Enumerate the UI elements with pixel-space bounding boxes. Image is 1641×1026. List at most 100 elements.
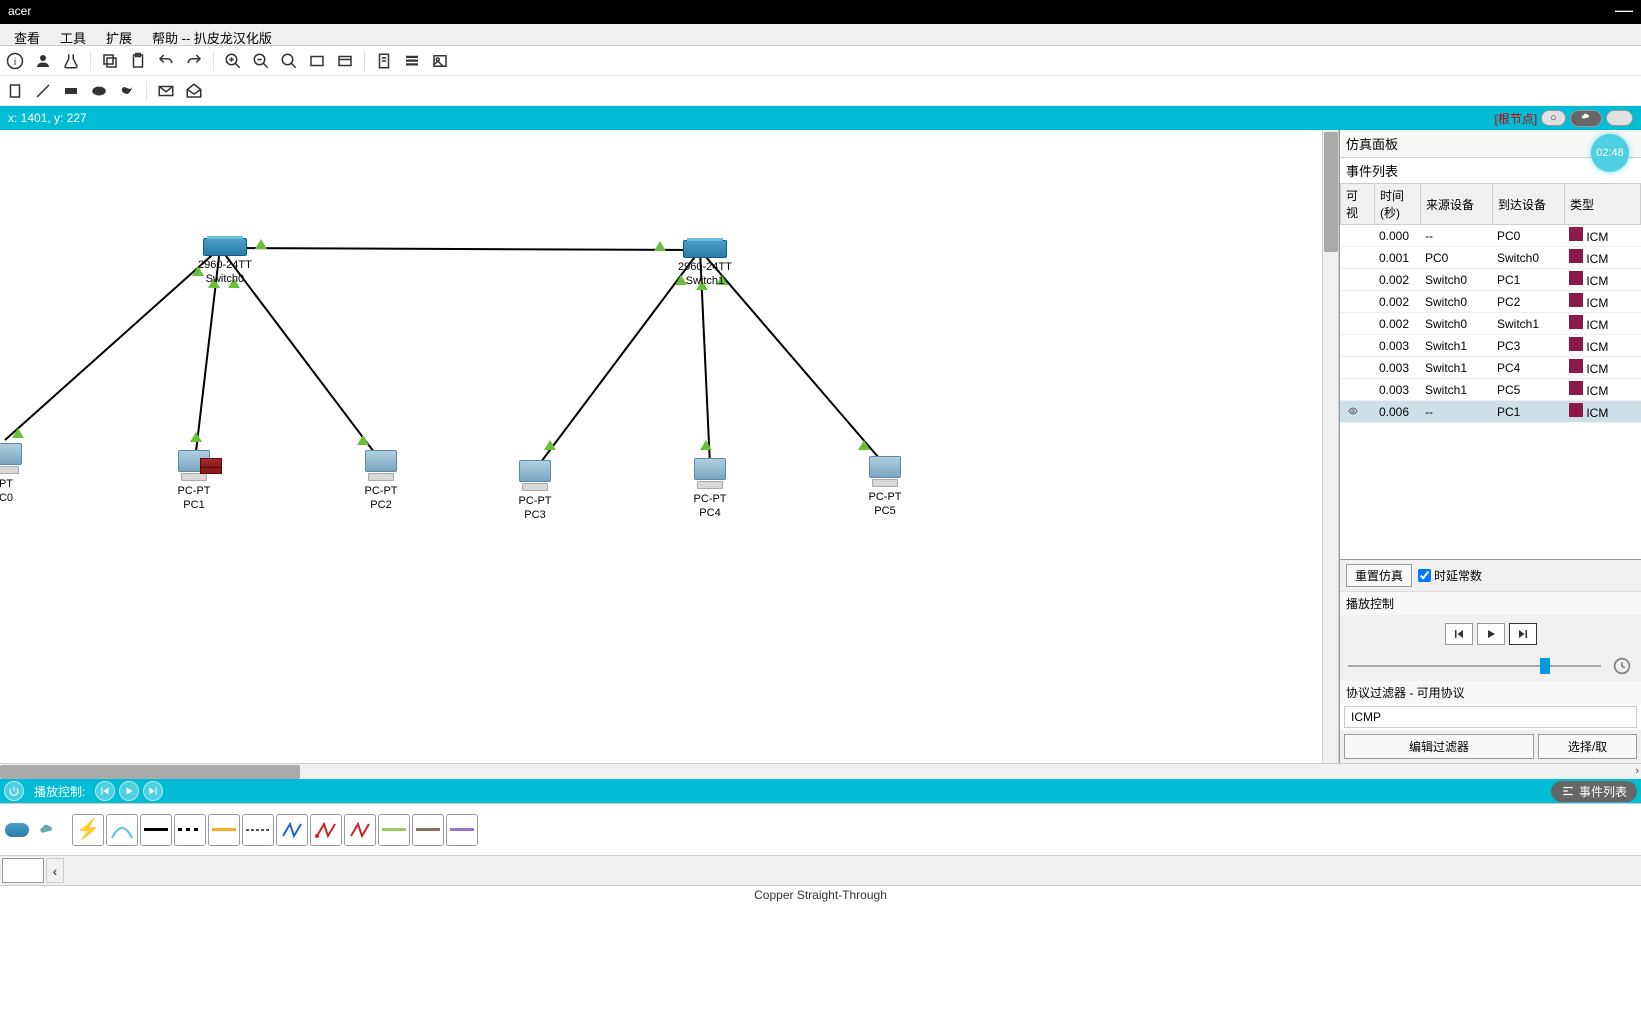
notepad-icon[interactable] (373, 50, 395, 72)
device-switch1[interactable]: 2960-24TTSwitch1 (678, 240, 732, 289)
device-pc3[interactable]: PC-PTPC3 (517, 460, 553, 523)
constant-delay-input[interactable] (1418, 569, 1431, 582)
device-label: PC-PTPC2 (365, 484, 398, 513)
link-status-icon (255, 239, 267, 249)
device-switch0[interactable]: 2960-24TTSwitch0 (198, 238, 252, 287)
step-forward-button[interactable] (1509, 623, 1537, 645)
clipboard-icon[interactable] (4, 80, 26, 102)
envelope-open-icon[interactable] (183, 80, 205, 102)
device-pc2[interactable]: PC-PTPC2 (363, 450, 399, 513)
menu-extensions[interactable]: 扩展 (96, 26, 142, 43)
switch-icon (203, 238, 247, 256)
info-btn-1[interactable]: ○ (1541, 110, 1566, 126)
bottom-step-back-button[interactable] (95, 781, 115, 801)
coord-display: x: 1401, y: 227 (8, 111, 87, 125)
cable-phone-button[interactable] (242, 814, 274, 846)
packet-icon[interactable] (200, 458, 222, 474)
pc-icon (517, 460, 553, 492)
palette-left-arrow[interactable]: ‹ (46, 858, 64, 883)
event-row[interactable]: 0.006--PC1 ICM (1340, 401, 1641, 423)
undo-icon[interactable] (155, 50, 177, 72)
event-row[interactable]: 0.003Switch1PC4 ICM (1340, 357, 1641, 379)
lab-icon[interactable] (60, 50, 82, 72)
device-palette: ⚡ (0, 803, 1641, 855)
sim-timer: 02:48 (1591, 134, 1629, 172)
link-status-icon (654, 241, 666, 251)
topology-canvas[interactable]: 2960-24TTSwitch0 2960-24TTSwitch1 PTC0 P… (0, 130, 1339, 763)
event-row[interactable]: 0.002Switch0PC2 ICM (1340, 291, 1641, 313)
minimize-icon[interactable]: — (1615, 4, 1633, 20)
toggle-panel-icon[interactable] (334, 50, 356, 72)
col-visible[interactable]: 可视 (1341, 184, 1375, 225)
slider-thumb[interactable] (1540, 658, 1550, 674)
palette-search-input[interactable] (2, 858, 44, 883)
protocol-list[interactable]: ICMP (1344, 706, 1637, 728)
menu-help[interactable]: 帮助 -- 扒皮龙汉化版 (142, 26, 282, 43)
event-row[interactable]: 0.000--PC0 ICM (1340, 225, 1641, 247)
envelope-closed-icon[interactable] (155, 80, 177, 102)
palette-router-icon[interactable] (4, 819, 30, 841)
speed-slider[interactable] (1340, 653, 1641, 681)
step-back-button[interactable] (1445, 623, 1473, 645)
person-icon[interactable] (32, 50, 54, 72)
image-icon[interactable] (429, 50, 451, 72)
event-list-toggle[interactable]: 事件列表 (1551, 781, 1637, 802)
bottom-play-button[interactable] (119, 781, 139, 801)
cable-coax-button[interactable] (276, 814, 308, 846)
ellipse-tool-icon[interactable] (88, 80, 110, 102)
cable-octal-button[interactable] (378, 814, 410, 846)
col-time[interactable]: 时间 (秒) (1375, 184, 1421, 225)
info-btn-3[interactable] (1606, 110, 1633, 126)
edit-filter-button[interactable]: 编辑过滤器 (1344, 734, 1534, 759)
svg-text:i: i (14, 55, 16, 67)
col-source[interactable]: 来源设备 (1421, 184, 1493, 225)
cable-serial-dce-button[interactable] (310, 814, 342, 846)
redo-icon[interactable] (183, 50, 205, 72)
link-status-icon (190, 432, 202, 442)
col-dest[interactable]: 到达设备 (1493, 184, 1565, 225)
line-tool-icon[interactable] (32, 80, 54, 102)
palette-cloud-icon[interactable] (34, 819, 60, 841)
reset-sim-button[interactable]: 重置仿真 (1346, 564, 1412, 587)
canvas-vscrollbar[interactable] (1322, 130, 1338, 763)
cable-auto-button[interactable]: ⚡ (72, 814, 104, 846)
fullscreen-icon[interactable] (306, 50, 328, 72)
cable-usb-button[interactable] (412, 814, 444, 846)
cable-crossover-button[interactable] (174, 814, 206, 846)
canvas-hscrollbar[interactable]: › (0, 763, 1641, 779)
cable-serial-dte-button[interactable] (344, 814, 376, 846)
device-pc5[interactable]: PC-PTPC5 (867, 456, 903, 519)
list-icon[interactable] (401, 50, 423, 72)
cloud-button[interactable] (1570, 110, 1602, 127)
event-row[interactable]: 0.002Switch0Switch1 ICM (1340, 313, 1641, 335)
cable-custom-button[interactable] (446, 814, 478, 846)
event-table-body[interactable]: 0.000--PC0 ICM 0.001PC0Switch0 ICM 0.002… (1340, 225, 1641, 559)
zoom-in-icon[interactable] (222, 50, 244, 72)
device-pc4[interactable]: PC-PTPC4 (692, 458, 728, 521)
info-icon[interactable]: i (4, 50, 26, 72)
rect-tool-icon[interactable] (60, 80, 82, 102)
paste-icon[interactable] (127, 50, 149, 72)
play-button[interactable] (1477, 623, 1505, 645)
freeform-tool-icon[interactable] (116, 80, 138, 102)
device-pc0[interactable]: PTC0 (0, 443, 24, 506)
zoom-reset-icon[interactable] (278, 50, 300, 72)
event-row[interactable]: 0.002Switch0PC1 ICM (1340, 269, 1641, 291)
menu-bar: 查看 工具 扩展 帮助 -- 扒皮龙汉化版 (0, 24, 1641, 46)
bottom-step-forward-button[interactable] (143, 781, 163, 801)
col-type[interactable]: 类型 (1565, 184, 1641, 225)
menu-view[interactable]: 查看 (4, 26, 50, 43)
event-row[interactable]: 0.003Switch1PC5 ICM (1340, 379, 1641, 401)
select-cancel-button[interactable]: 选择/取 (1538, 734, 1637, 759)
copy-icon[interactable] (99, 50, 121, 72)
event-row[interactable]: 0.001PC0Switch0 ICM (1340, 247, 1641, 269)
cable-fiber-button[interactable] (208, 814, 240, 846)
cable-console-button[interactable] (106, 814, 138, 846)
device-label: PC-PTPC4 (694, 492, 727, 521)
zoom-out-icon[interactable] (250, 50, 272, 72)
menu-tools[interactable]: 工具 (50, 26, 96, 43)
event-row[interactable]: 0.003Switch1PC3 ICM (1340, 335, 1641, 357)
cable-straight-button[interactable] (140, 814, 172, 846)
power-icon[interactable] (4, 781, 24, 801)
constant-delay-checkbox[interactable]: 时延常数 (1418, 567, 1482, 584)
